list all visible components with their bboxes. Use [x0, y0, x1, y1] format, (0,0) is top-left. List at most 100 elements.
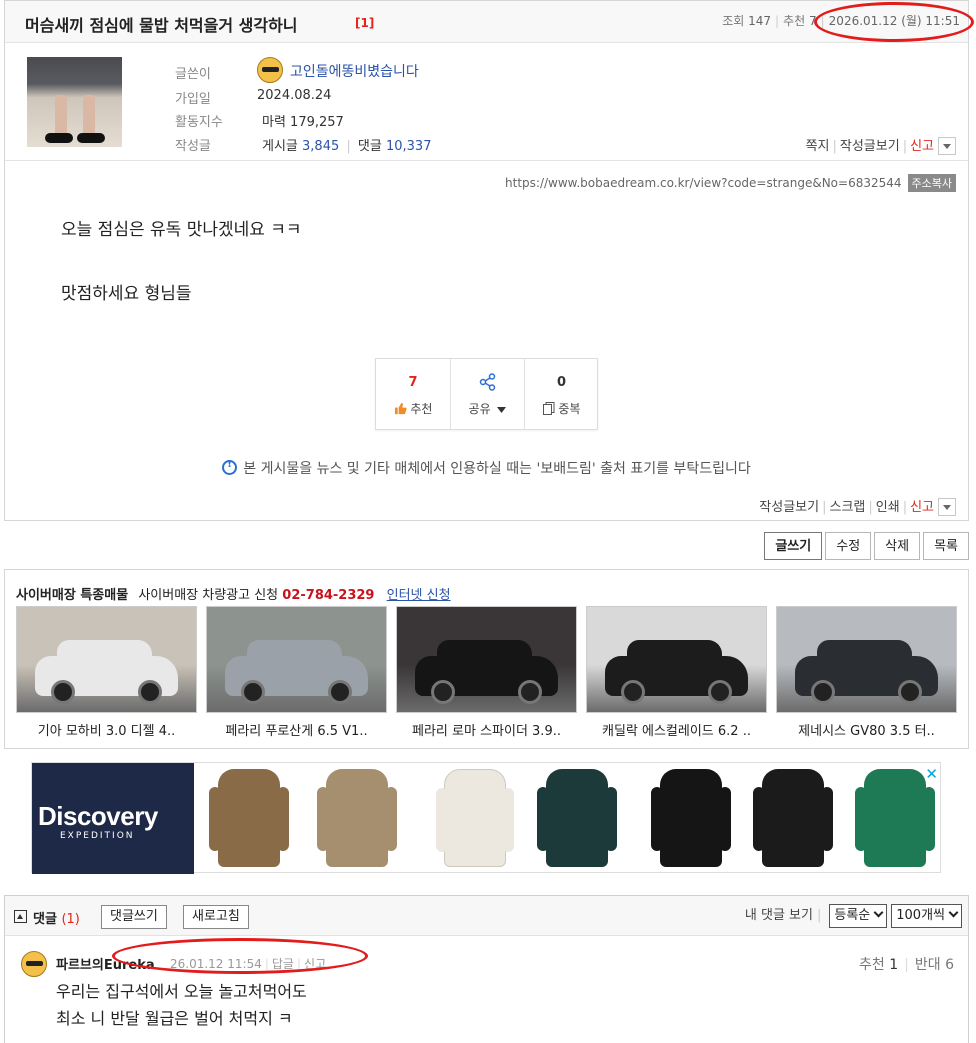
title-comment-count[interactable]: [1] — [355, 16, 374, 30]
comment-text-line: 최소 니 반달 월급은 벌어 처먹지 ㅋ — [56, 1009, 293, 1028]
ad-banner[interactable]: Discovery EXPEDITION ✕ — [31, 762, 941, 874]
author-info: 글쓴이 고인돌에똥비볐습니다 가입일 2024.08.24 활동지수 마력 17… — [5, 43, 968, 161]
citation-notice-text: 본 게시물을 뉴스 및 기타 매체에서 인용하실 때는 '보배드림' 출처 표기… — [243, 461, 751, 477]
joined-date: 2024.08.24 — [257, 88, 332, 103]
author-post-stats: 게시글 3,845 | 댓글 10,337 — [262, 139, 432, 154]
view-posts-link[interactable]: 작성글보기 — [759, 500, 819, 515]
report-link[interactable]: 신고 — [910, 139, 934, 154]
car-photo[interactable] — [586, 606, 767, 713]
list-button[interactable]: 목록 — [923, 532, 969, 560]
edit-button[interactable]: 수정 — [825, 532, 872, 560]
car-name[interactable]: 페라리 푸로산게 6.5 V1.. — [206, 720, 387, 739]
report-link[interactable]: 신고 — [910, 500, 934, 515]
activity-value: 마력 179,257 — [262, 115, 344, 130]
posts-count[interactable]: 3,845 — [302, 139, 339, 154]
copy-url-button[interactable]: 주소복사 — [907, 174, 956, 192]
car-photo[interactable] — [776, 606, 957, 713]
share-button[interactable]: 공유 — [450, 359, 524, 429]
car-name[interactable]: 캐딜락 에스컬레이드 6.2 .. — [586, 720, 767, 739]
car-name[interactable]: 제네시스 GV80 3.5 터.. — [776, 720, 957, 739]
comment-oppose-label: 반대 — [914, 957, 941, 973]
car-name[interactable]: 기아 모하비 3.0 디젤 4.. — [16, 720, 197, 739]
author-actions: 쪽지 | 작성글보기 | 신고 — [806, 135, 956, 156]
duplicate-label: 중복 — [558, 402, 581, 416]
activity-label: 활동지수 — [175, 115, 223, 130]
print-link[interactable]: 인쇄 — [876, 500, 900, 515]
cyber-store-title: 사이버매장 특종매물 — [16, 588, 129, 603]
ad-close-icon[interactable]: ✕ — [925, 765, 938, 783]
car-photo[interactable] — [396, 606, 577, 713]
message-link[interactable]: 쪽지 — [806, 139, 830, 154]
thumbs-up-icon — [394, 402, 407, 415]
comment-recommend-button[interactable]: 추천 1 — [859, 957, 898, 973]
author-profile-photo[interactable] — [27, 57, 122, 147]
recommend-vote-label: 추천 — [410, 402, 433, 416]
recommend-button[interactable]: 7 추천 — [376, 359, 450, 429]
car-listing[interactable]: 기아 모하비 3.0 디젤 4.. — [16, 606, 197, 739]
internet-apply-link[interactable]: 인터넷 신청 — [387, 588, 451, 603]
car-listing[interactable]: 페라리 푸로산게 6.5 V1.. — [206, 606, 387, 739]
collapse-icon[interactable] — [14, 910, 27, 923]
comments-header: 댓글 (1) 댓글쓰기 새로고침 내 댓글 보기 | 등록순 100개씩 — [5, 896, 968, 936]
comment-oppose-button[interactable]: 반대 6 — [915, 957, 954, 973]
post-container: 머슴새끼 점심에 물밥 처먹을거 생각하니 [1] 조회 147 | 추천 7 | 20… — [4, 0, 969, 521]
comments-title: 댓글 (1) — [33, 908, 80, 927]
view-posts-link[interactable]: 작성글보기 — [840, 139, 900, 154]
duplicate-count: 0 — [556, 375, 567, 390]
car-photo[interactable] — [16, 606, 197, 713]
post-body-line: 맛점하세요 형님들 — [61, 284, 192, 304]
post-url: https://www.bobaedream.co.kr/view?code=s… — [505, 174, 956, 192]
comment-oppose-count: 6 — [945, 957, 954, 973]
write-button[interactable]: 글쓰기 — [764, 532, 823, 560]
posts-label: 작성글 — [175, 139, 211, 154]
comments-section: 댓글 (1) 댓글쓰기 새로고침 내 댓글 보기 | 등록순 100개씩 파르브의Eu… — [4, 895, 969, 1043]
ad-brand: Discovery — [38, 801, 158, 831]
product-jacket-image[interactable] — [317, 769, 397, 867]
refresh-button[interactable]: 새로고침 — [183, 905, 249, 929]
sort-select[interactable]: 등록순 — [829, 904, 888, 928]
report-dropdown-icon[interactable] — [938, 136, 956, 155]
car-listing[interactable]: 캐딜락 에스컬레이드 6.2 .. — [586, 606, 767, 739]
delete-button[interactable]: 삭제 — [874, 532, 921, 560]
comment-votes: 추천 1 | 반대 6 — [859, 957, 954, 973]
highlight-ellipse — [814, 2, 974, 42]
document-icon — [542, 402, 555, 415]
comment-controls: 내 댓글 보기 | 등록순 100개씩 — [745, 904, 962, 928]
caret-down-icon — [497, 407, 507, 413]
product-jacket-image[interactable] — [855, 769, 935, 867]
product-jacket-image[interactable] — [209, 769, 289, 867]
comments-count[interactable]: 10,337 — [386, 139, 432, 154]
report-dropdown-icon[interactable] — [938, 497, 956, 516]
car-listing[interactable]: 페라리 로마 스파이더 3.9.. — [396, 606, 577, 739]
comments-title-text: 댓글 — [33, 912, 57, 927]
author-nickname[interactable]: 고인돌에똥비볐습니다 — [290, 61, 419, 81]
share-icon — [479, 373, 496, 391]
car-name[interactable]: 페라리 로마 스파이더 3.9.. — [396, 720, 577, 739]
info-icon — [222, 459, 238, 475]
comment-text-line: 우리는 집구석에서 오늘 놀고처먹어도 — [56, 982, 307, 1001]
product-jacket-image[interactable] — [436, 769, 514, 867]
product-jacket-image[interactable] — [651, 769, 731, 867]
cyber-store-section: 사이버매장 특종매물 사이버매장 차량광고 신청 02-784-2329 인터넷… — [4, 569, 969, 749]
highlight-ellipse — [112, 938, 368, 974]
post-title: 머슴새끼 점심에 물밥 처먹을거 생각하니 — [25, 16, 298, 35]
views-count: 147 — [748, 14, 772, 28]
views-label: 조회 — [722, 14, 745, 28]
my-comments-link[interactable]: 내 댓글 보기 — [745, 908, 813, 923]
comment-recommend-label: 추천 — [859, 957, 885, 973]
posts-count-label: 게시글 — [262, 139, 298, 154]
joined-label: 가입일 — [175, 92, 211, 107]
duplicate-button[interactable]: 0 중복 — [524, 359, 598, 429]
board-buttons: 글쓰기 수정 삭제 목록 — [761, 532, 969, 560]
per-page-select[interactable]: 100개씩 — [891, 904, 962, 928]
chevron-down-icon — [948, 907, 959, 918]
scrap-link[interactable]: 스크랩 — [829, 500, 865, 515]
product-jacket-image[interactable] — [537, 769, 617, 867]
vote-buttons: 7 추천 공유 0 중복 — [375, 358, 598, 430]
write-comment-button[interactable]: 댓글쓰기 — [101, 905, 167, 929]
recommend-label: 추천 — [783, 14, 806, 28]
car-listing[interactable]: 제네시스 GV80 3.5 터.. — [776, 606, 957, 739]
post-body-line: 오늘 점심은 유독 맛나겠네요 ㅋㅋ — [61, 220, 302, 240]
car-photo[interactable] — [206, 606, 387, 713]
product-jacket-image[interactable] — [753, 769, 833, 867]
